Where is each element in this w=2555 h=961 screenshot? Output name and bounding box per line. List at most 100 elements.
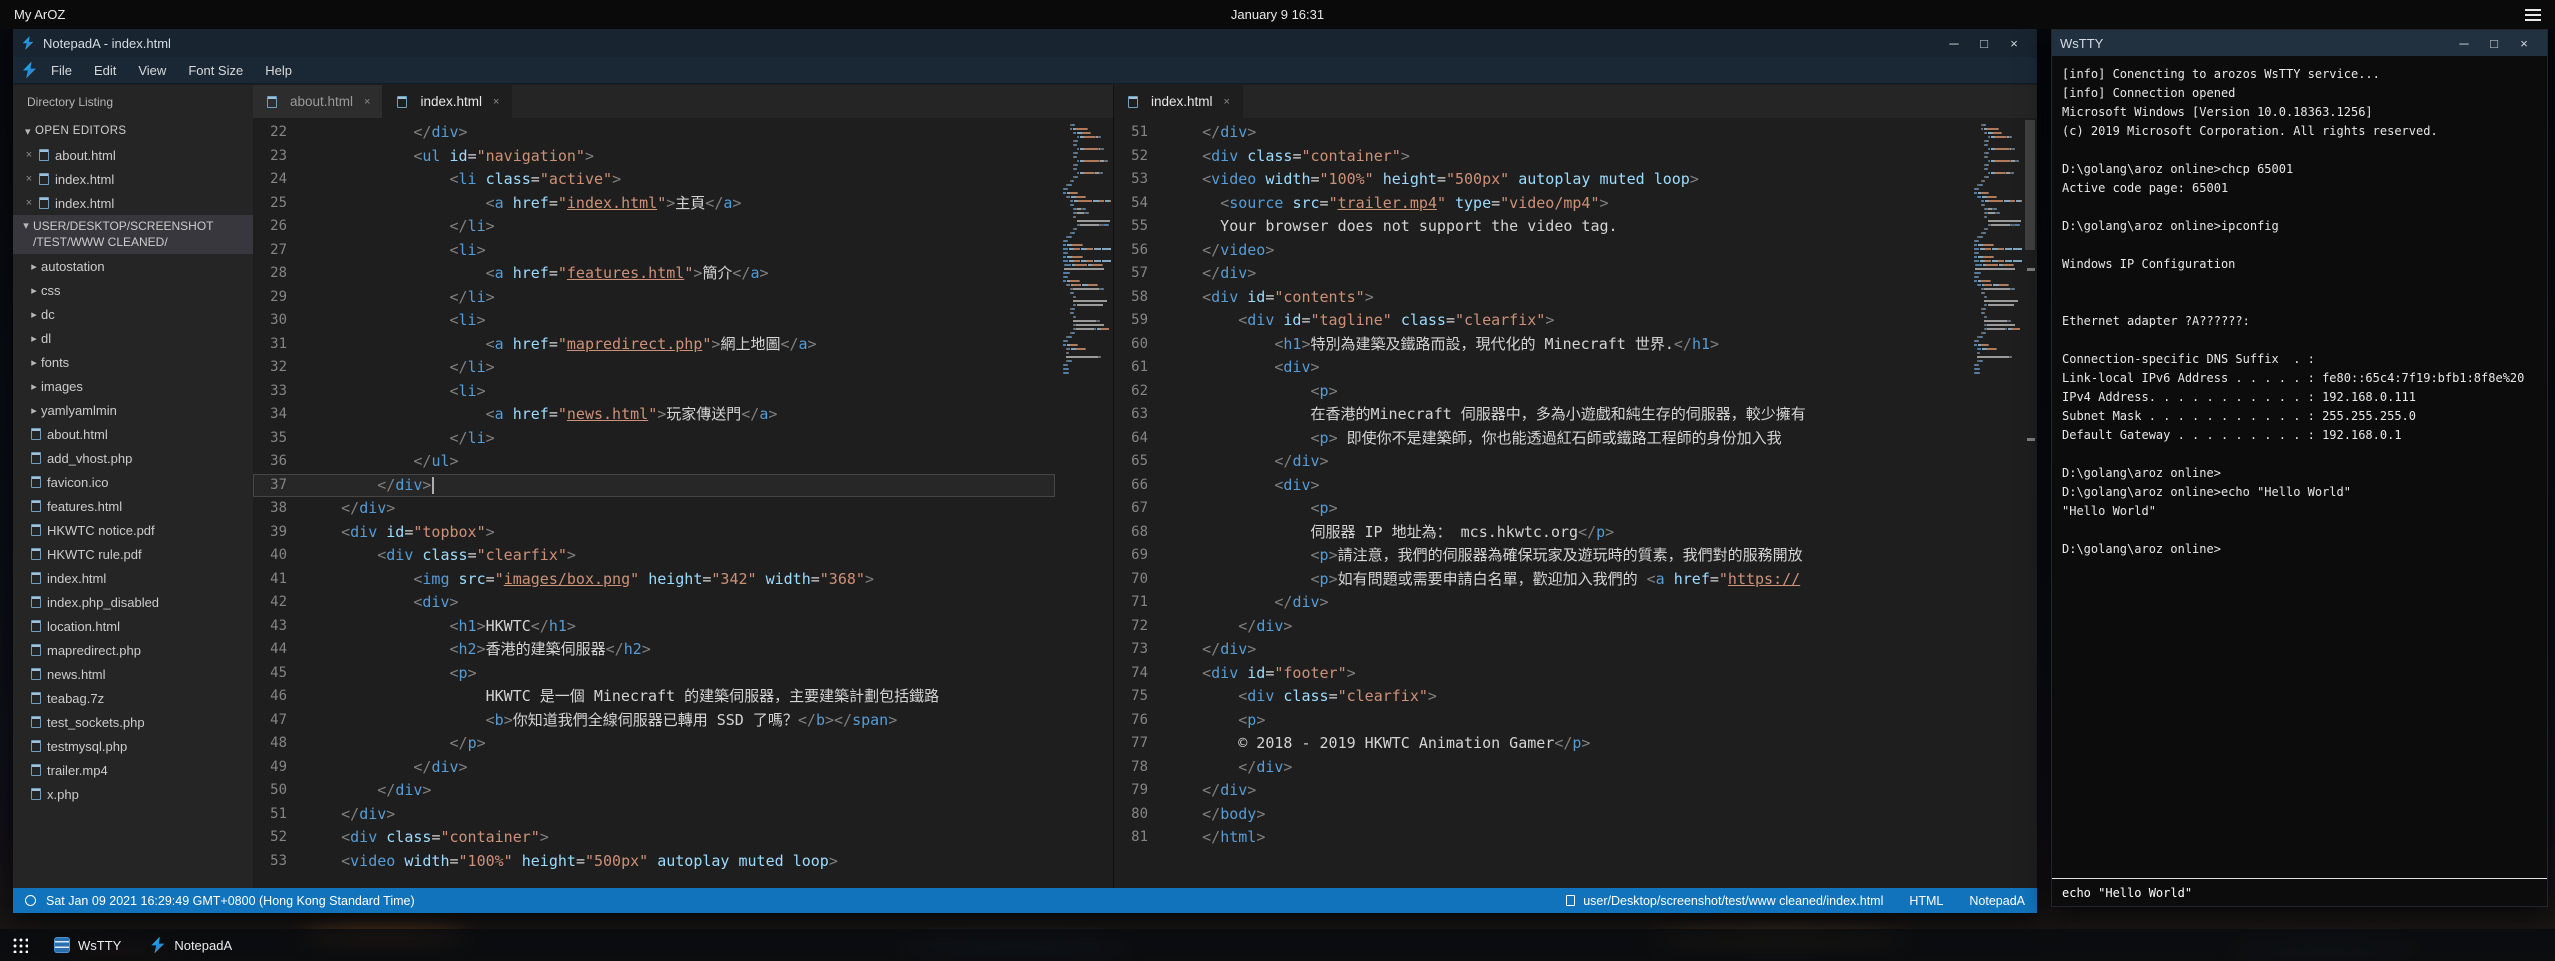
- tree-file-item[interactable]: x.php: [13, 782, 253, 806]
- code-line[interactable]: 74 <div id="footer">: [1114, 662, 1966, 686]
- tree-file-item[interactable]: teabag.7z: [13, 686, 253, 710]
- code-line[interactable]: 80 </body>: [1114, 803, 1966, 827]
- code-line[interactable]: 56 </video>: [1114, 239, 1966, 263]
- code-line[interactable]: 51 </div>: [253, 803, 1055, 827]
- open-editor-item[interactable]: ×index.html: [13, 191, 253, 215]
- code-line[interactable]: 26 </li>: [253, 215, 1055, 239]
- code-line[interactable]: 50 </div>: [253, 779, 1055, 803]
- code-line[interactable]: 37 </div>: [253, 474, 1055, 498]
- editor-scrollbar[interactable]: [2024, 118, 2037, 888]
- close-icon[interactable]: ×: [1224, 96, 1230, 108]
- code-line[interactable]: 53 <video width="100%" height="500px" au…: [1114, 168, 1966, 192]
- maximize-button[interactable]: □: [2479, 36, 2509, 51]
- close-icon[interactable]: ×: [364, 96, 370, 108]
- code-line[interactable]: 54 <source src="trailer.mp4" type="video…: [1114, 192, 1966, 216]
- code-line[interactable]: 45 <p>: [253, 662, 1055, 686]
- status-language[interactable]: HTML: [1909, 894, 1943, 908]
- taskbar-item-notepada[interactable]: NotepadA: [135, 929, 246, 961]
- code-line[interactable]: 52 <div class="container">: [1114, 145, 1966, 169]
- code-line[interactable]: 34 <a href="news.html">玩家傳送門</a>: [253, 403, 1055, 427]
- code-editor[interactable]: 22 </div>23 <ul id="navigation">24 <li c…: [253, 118, 1055, 888]
- code-line[interactable]: 70 <p>如有問題或需要申請白名單，歡迎加入我們的 <a href="http…: [1114, 568, 1966, 592]
- code-line[interactable]: 55 Your browser does not support the vid…: [1114, 215, 1966, 239]
- taskbar-item-wstty[interactable]: WsTTY: [40, 929, 135, 961]
- tree-file-item[interactable]: HKWTC rule.pdf: [13, 542, 253, 566]
- tree-file-item[interactable]: trailer.mp4: [13, 758, 253, 782]
- app-launcher-button[interactable]: [0, 929, 40, 961]
- code-line[interactable]: 32 </li>: [253, 356, 1055, 380]
- menu-font-size[interactable]: Font Size: [177, 63, 254, 78]
- open-editors-header[interactable]: ▾ OPEN EDITORS: [13, 119, 253, 143]
- code-line[interactable]: 41 <img src="images/box.png" height="342…: [253, 568, 1055, 592]
- code-line[interactable]: 29 </li>: [253, 286, 1055, 310]
- minimap[interactable]: [1966, 118, 2024, 888]
- code-line[interactable]: 69 <p>請注意，我們的伺服器為確保玩家及遊玩時的質素，我們對的服務開放: [1114, 544, 1966, 568]
- code-line[interactable]: 46 HKWTC 是一個 Minecraft 的建築伺服器，主要建築計劃包括鐵路: [253, 685, 1055, 709]
- close-icon[interactable]: ×: [21, 173, 37, 185]
- code-line[interactable]: 36 </ul>: [253, 450, 1055, 474]
- menu-view[interactable]: View: [127, 63, 177, 78]
- code-line[interactable]: 43 <h1>HKWTC</h1>: [253, 615, 1055, 639]
- code-line[interactable]: 59 <div id="tagline" class="clearfix">: [1114, 309, 1966, 333]
- status-filepath[interactable]: user/Desktop/screenshot/test/www cleaned…: [1583, 894, 1883, 908]
- code-line[interactable]: 28 <a href="features.html">簡介</a>: [253, 262, 1055, 286]
- code-line[interactable]: 48 </p>: [253, 732, 1055, 756]
- workspace-root-folder[interactable]: ▾ USER/DESKTOP/SCREENSHOT /TEST/WWW CLEA…: [13, 215, 253, 254]
- code-line[interactable]: 51 </div>: [1114, 121, 1966, 145]
- editor-tab[interactable]: about.html×: [253, 85, 383, 118]
- code-line[interactable]: 66 <div>: [1114, 474, 1966, 498]
- tree-folder-item[interactable]: ▸autostation: [13, 254, 253, 278]
- code-line[interactable]: 24 <li class="active">: [253, 168, 1055, 192]
- close-button[interactable]: ×: [1999, 36, 2029, 51]
- close-icon[interactable]: ×: [21, 149, 37, 161]
- minimize-button[interactable]: ─: [1939, 36, 1969, 51]
- tree-file-item[interactable]: features.html: [13, 494, 253, 518]
- minimize-button[interactable]: ─: [2449, 36, 2479, 51]
- code-line[interactable]: 39 <div id="topbox">: [253, 521, 1055, 545]
- code-line[interactable]: 27 <li>: [253, 239, 1055, 263]
- tree-file-item[interactable]: location.html: [13, 614, 253, 638]
- code-line[interactable]: 62 <p>: [1114, 380, 1966, 404]
- code-line[interactable]: 40 <div class="clearfix">: [253, 544, 1055, 568]
- tree-folder-item[interactable]: ▸fonts: [13, 350, 253, 374]
- tree-folder-item[interactable]: ▸dl: [13, 326, 253, 350]
- menu-file[interactable]: File: [40, 63, 83, 78]
- hamburger-menu-icon[interactable]: [2525, 9, 2541, 21]
- code-line[interactable]: 31 <a href="mapredirect.php">網上地圖</a>: [253, 333, 1055, 357]
- code-line[interactable]: 57 </div>: [1114, 262, 1966, 286]
- open-editor-item[interactable]: ×about.html: [13, 143, 253, 167]
- code-line[interactable]: 65 </div>: [1114, 450, 1966, 474]
- code-line[interactable]: 35 </li>: [253, 427, 1055, 451]
- code-line[interactable]: 81 </html>: [1114, 826, 1966, 850]
- tree-file-item[interactable]: index.html: [13, 566, 253, 590]
- tree-file-item[interactable]: test_sockets.php: [13, 710, 253, 734]
- code-line[interactable]: 44 <h2>香港的建築伺服器</h2>: [253, 638, 1055, 662]
- tree-file-item[interactable]: testmysql.php: [13, 734, 253, 758]
- code-line[interactable]: 72 </div>: [1114, 615, 1966, 639]
- code-line[interactable]: 79 </div>: [1114, 779, 1966, 803]
- code-line[interactable]: 49 </div>: [253, 756, 1055, 780]
- close-icon[interactable]: ×: [493, 96, 499, 108]
- code-line[interactable]: 33 <li>: [253, 380, 1055, 404]
- code-line[interactable]: 25 <a href="index.html">主頁</a>: [253, 192, 1055, 216]
- tree-folder-item[interactable]: ▸css: [13, 278, 253, 302]
- code-line[interactable]: 64 <p> 即使你不是建築師，你也能透過紅石師或鐵路工程師的身份加入我: [1114, 427, 1966, 451]
- editor-tab[interactable]: index.html×: [1114, 85, 1243, 118]
- tree-file-item[interactable]: index.php_disabled: [13, 590, 253, 614]
- tree-file-item[interactable]: favicon.ico: [13, 470, 253, 494]
- open-editor-item[interactable]: ×index.html: [13, 167, 253, 191]
- tree-file-item[interactable]: HKWTC notice.pdf: [13, 518, 253, 542]
- menu-edit[interactable]: Edit: [83, 63, 127, 78]
- tree-folder-item[interactable]: ▸dc: [13, 302, 253, 326]
- close-icon[interactable]: ×: [21, 197, 37, 209]
- minimap[interactable]: [1055, 118, 1113, 888]
- menu-help[interactable]: Help: [254, 63, 303, 78]
- code-line[interactable]: 78 </div>: [1114, 756, 1966, 780]
- code-line[interactable]: 22 </div>: [253, 121, 1055, 145]
- code-line[interactable]: 71 </div>: [1114, 591, 1966, 615]
- code-editor[interactable]: 51 </div>52 <div class="container">53 <v…: [1114, 118, 1966, 888]
- code-line[interactable]: 38 </div>: [253, 497, 1055, 521]
- code-line[interactable]: 52 <div class="container">: [253, 826, 1055, 850]
- tree-file-item[interactable]: about.html: [13, 422, 253, 446]
- code-line[interactable]: 76 <p>: [1114, 709, 1966, 733]
